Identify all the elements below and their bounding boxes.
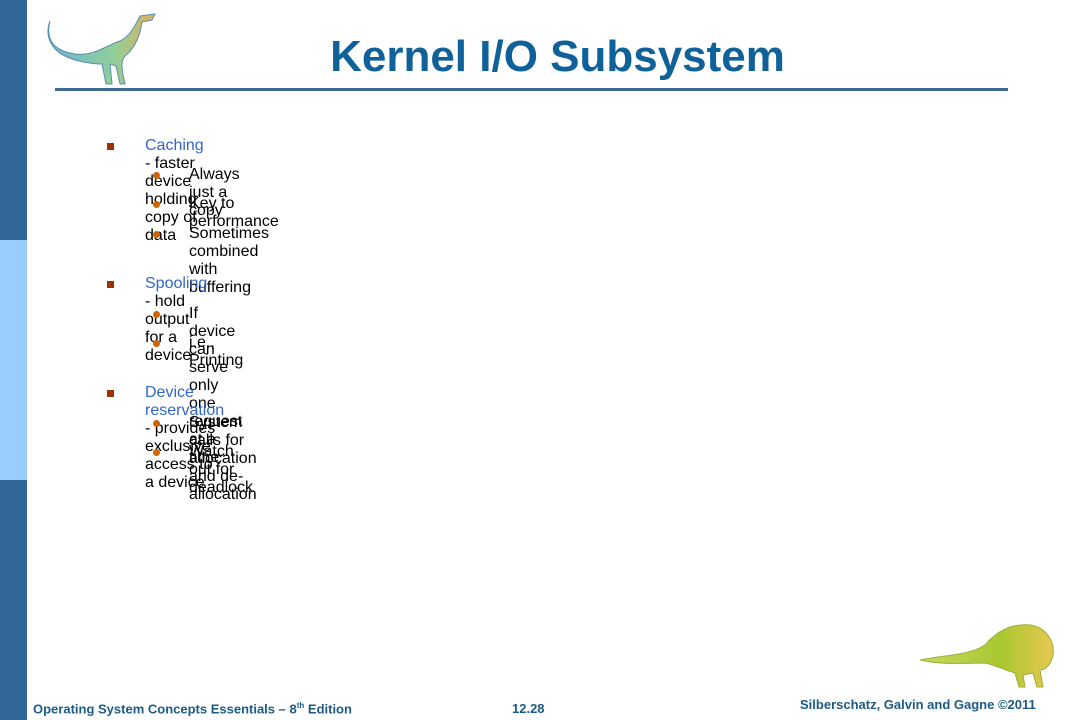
sub-bullet-dot-icon — [153, 340, 160, 347]
slide-title: Kernel I/O Subsystem — [330, 32, 785, 81]
footer-book-suffix: Edition — [304, 701, 352, 717]
footer-book-title: Operating System Concepts Essentials – 8… — [33, 701, 352, 716]
bullet-square-icon — [107, 281, 114, 288]
footer-page-number: 12.28 — [512, 701, 545, 716]
title-divider — [55, 88, 1008, 91]
footer-copyright: Silberschatz, Galvin and Gagne ©2011 — [800, 697, 1036, 712]
bullet-text: - hold output for a device — [145, 293, 192, 364]
sub-bullet-dot-icon — [153, 311, 160, 318]
footer-book-prefix: Operating System Concepts Essentials – 8 — [33, 701, 297, 717]
bullet-keyword: Spooling — [145, 275, 208, 292]
sub-bullet-dot-icon — [153, 172, 160, 179]
sub-bullet-dot-icon — [153, 449, 160, 456]
bullet-keyword: Caching — [145, 137, 204, 154]
dinosaur-footer-icon — [919, 624, 1054, 688]
bullet-square-icon — [107, 390, 114, 397]
sub-bullet-item: i.e., Printing — [189, 334, 244, 369]
sub-bullet-dot-icon — [153, 420, 160, 427]
sub-bullet-dot-icon — [153, 231, 160, 238]
sub-bullet-dot-icon — [153, 201, 160, 208]
sidebar-band — [0, 0, 27, 720]
sub-bullet-item: Watch out for deadlock — [189, 443, 254, 496]
bullet-square-icon — [107, 143, 114, 150]
sidebar-light-band — [0, 240, 27, 480]
